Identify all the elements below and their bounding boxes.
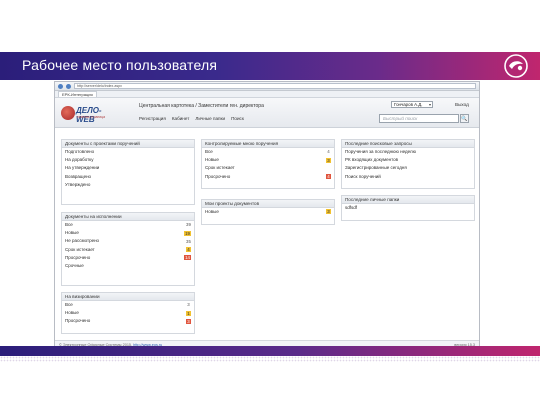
count-badge: 39 <box>186 222 191 228</box>
panel-projects: Документы с проектами поручений Подготов… <box>61 139 195 205</box>
row-label: Новые <box>65 310 79 316</box>
panel-title: Мои проекты документов <box>202 200 334 208</box>
logo-subtitle: главная страница <box>77 115 105 119</box>
list-item[interactable]: Новые 3 <box>202 156 334 164</box>
list-item[interactable]: Новые 19 <box>62 229 194 237</box>
app-screenshot: http://server/delo/index.aspx ЕРК-Интегр… <box>54 81 480 349</box>
panel-controlled: Контролируемые мною поручения Все 4 Новые… <box>201 139 335 189</box>
count-badge: 3 <box>326 209 331 215</box>
list-item[interactable]: На доработку <box>62 156 194 164</box>
list-item[interactable]: sdfsdf <box>342 204 474 212</box>
exit-link[interactable]: Выход <box>455 102 469 107</box>
count-badge: 35 <box>186 238 191 244</box>
dashboard: Документы с проектами поручений Подготов… <box>61 139 475 339</box>
count-badge: 4 <box>326 173 331 179</box>
list-item[interactable]: Новые 3 <box>202 208 334 216</box>
main-menu: Регистрация Кабинет Личные папки Поиск <box>139 116 244 121</box>
breadcrumb: Центральная картотека / Заместители ген.… <box>139 103 264 109</box>
browser-tab[interactable]: ЕРК-Интеграция <box>58 91 97 97</box>
row-label: Не рассмотрено <box>65 238 100 244</box>
search-icon[interactable]: 🔍 <box>460 114 469 123</box>
list-item[interactable]: На утверждении <box>62 164 194 172</box>
list-item[interactable]: Срочные <box>62 262 194 270</box>
list-item[interactable]: Поиск поручений <box>342 173 474 181</box>
chevron-down-icon: ▾ <box>428 102 431 107</box>
row-label: Все <box>205 149 213 154</box>
app-header: ДЕЛО-WEB главная страница Центральная ка… <box>55 98 479 128</box>
list-item[interactable]: Просрочено 14 <box>62 254 194 262</box>
list-item[interactable]: Просрочено 3 <box>62 317 194 325</box>
user-select-value: Гончаров А.Д. <box>394 102 423 107</box>
menu-item-search[interactable]: Поиск <box>231 116 244 121</box>
row-label: Срок истекает <box>205 165 235 171</box>
menu-item-cabinet[interactable]: Кабинет <box>172 116 189 121</box>
count-badge: 4 <box>327 149 330 155</box>
row-label: Просрочено <box>65 254 91 260</box>
list-item[interactable]: Зарегистрированные сегодня <box>342 164 474 172</box>
count-badge: 3 <box>186 318 191 324</box>
row-label: Срок истекает <box>65 246 95 252</box>
panel-title: На визировании <box>62 293 194 301</box>
row-label: Все <box>65 302 73 307</box>
list-item[interactable]: Просрочено 4 <box>202 173 334 181</box>
count-badge: 3 <box>187 302 190 308</box>
panel-recent-search: Последние поисковые запросы Поручения за… <box>341 139 475 189</box>
app-logo[interactable]: ДЕЛО-WEB главная страница <box>61 105 111 124</box>
panel-approval: На визировании Все 3 Новые 1 Просрочено 3 <box>61 292 195 334</box>
list-item[interactable]: РК входящих документов <box>342 156 474 164</box>
menu-item-registration[interactable]: Регистрация <box>139 116 166 121</box>
browser-toolbar: http://server/delo/index.aspx <box>55 82 479 91</box>
list-item[interactable]: Новые 1 <box>62 309 194 317</box>
panel-execution: Документы на исполнении Все 39 Новые 19 Не… <box>61 212 195 286</box>
row-label: Просрочено <box>205 173 231 179</box>
list-item[interactable]: Утверждено <box>62 181 194 189</box>
logo-mark-icon <box>61 106 75 120</box>
panel-title: Документы с проектами поручений <box>62 140 194 148</box>
row-label: Новые <box>205 157 219 163</box>
list-item[interactable]: Все 39 <box>62 221 194 229</box>
back-icon[interactable] <box>58 83 63 89</box>
count-badge: 19 <box>184 230 191 236</box>
row-label: Все <box>65 222 73 227</box>
quick-search-input[interactable]: Быстрый поиск <box>379 114 459 123</box>
forward-icon[interactable] <box>66 83 71 89</box>
count-badge: 14 <box>184 255 191 261</box>
panel-title: Контролируемые мною поручения <box>202 140 334 148</box>
list-item[interactable]: Все 4 <box>202 148 334 156</box>
menu-item-personal-folders[interactable]: Личные папки <box>195 116 225 121</box>
panel-my-projects: Мои проекты документов Новые 3 <box>201 199 335 225</box>
row-label: Срочные <box>65 262 84 268</box>
list-item[interactable]: Срок истекает <box>202 164 334 172</box>
panel-title: Последние поисковые запросы <box>342 140 474 148</box>
list-item[interactable]: Подготовлено <box>62 148 194 156</box>
panel-title: Документы на исполнении <box>62 213 194 221</box>
panel-title: Последние личные папки <box>342 196 474 204</box>
panel-recent-folders: Последние личные папки sdfsdf <box>341 195 475 221</box>
row-label: Новые <box>65 230 79 236</box>
company-logo-icon <box>504 54 528 78</box>
list-item[interactable]: Поручения за последнюю неделю <box>342 148 474 156</box>
row-label: Новые <box>205 209 219 214</box>
browser-tab-bar: ЕРК-Интеграция <box>55 91 479 98</box>
slide-title: Рабочее место пользователя <box>22 57 218 73</box>
count-badge: 1 <box>186 310 191 316</box>
count-badge: 3 <box>326 157 331 163</box>
address-bar[interactable]: http://server/delo/index.aspx <box>74 83 476 89</box>
footer-dots <box>0 356 540 362</box>
list-item[interactable]: Срок истекает 4 <box>62 246 194 254</box>
presentation-slide: Рабочее место пользователя http://server… <box>0 0 540 405</box>
row-label: Просрочено <box>65 318 91 324</box>
list-item[interactable]: Возвращено <box>62 173 194 181</box>
user-select[interactable]: Гончаров А.Д. ▾ <box>391 101 433 108</box>
list-item[interactable]: Не рассмотрено 35 <box>62 237 194 245</box>
list-item[interactable]: Все 3 <box>62 301 194 309</box>
footer-band <box>0 346 540 356</box>
count-badge: 4 <box>186 246 191 252</box>
